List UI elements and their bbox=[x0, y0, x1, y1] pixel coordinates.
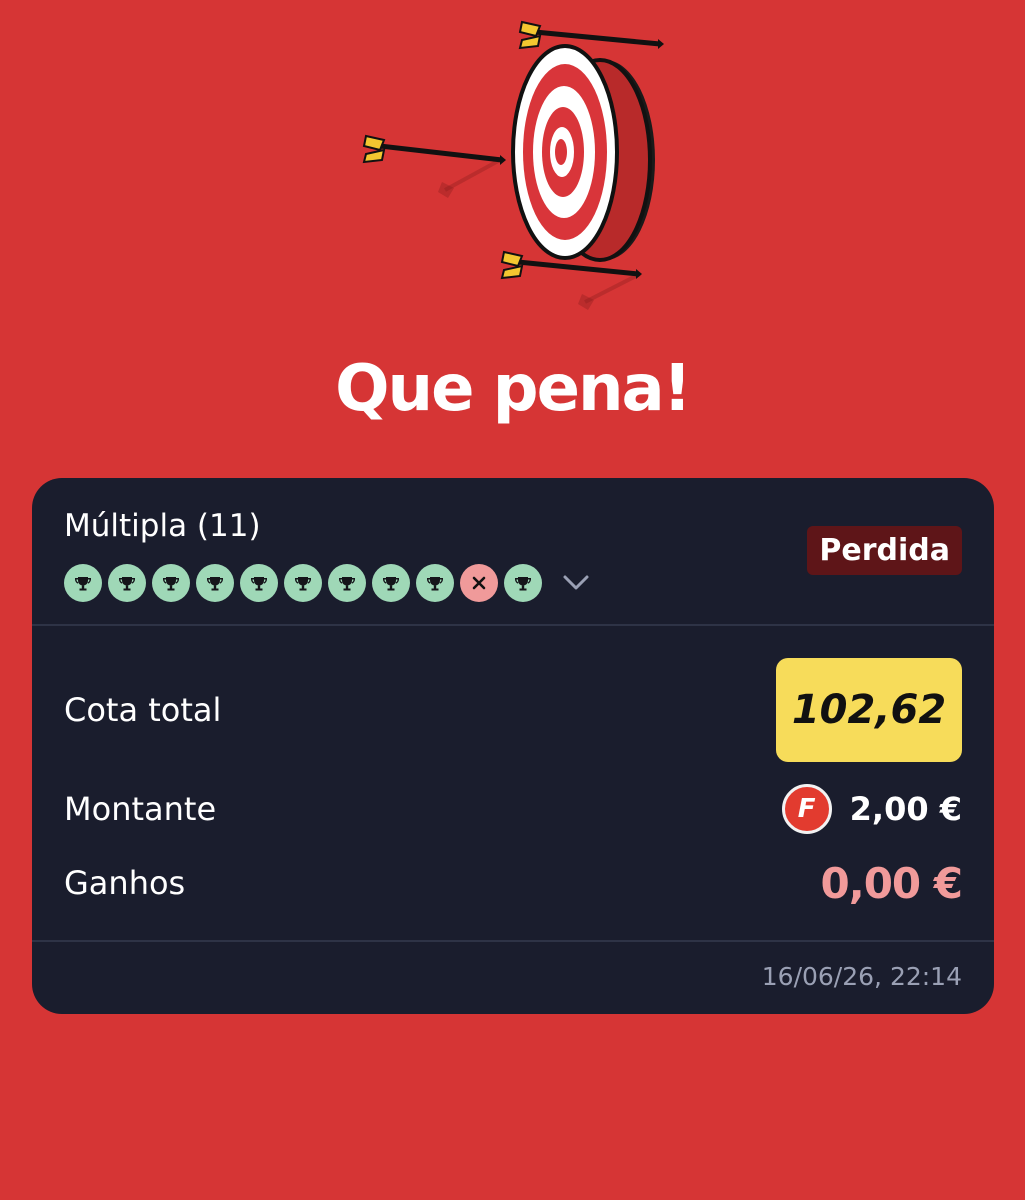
bet-timestamp: 16/06/26, 22:14 bbox=[761, 962, 962, 991]
leg-won-icon bbox=[372, 564, 410, 602]
chevron-down-icon[interactable] bbox=[562, 569, 590, 597]
leg-won-icon bbox=[196, 564, 234, 602]
leg-won-icon bbox=[284, 564, 322, 602]
leg-won-icon bbox=[240, 564, 278, 602]
legs-container bbox=[64, 564, 548, 602]
stake: F 2,00 € bbox=[781, 784, 962, 834]
bet-card[interactable]: Múltipla (11) Perdida Cota total 102,62 … bbox=[32, 478, 994, 1014]
winnings-label: Ganhos bbox=[64, 864, 186, 902]
leg-won-icon bbox=[64, 564, 102, 602]
stake-label: Montante bbox=[64, 790, 217, 828]
target-with-arrows-icon bbox=[350, 12, 680, 322]
total-odds-label: Cota total bbox=[64, 691, 222, 729]
freebet-coin-icon: F bbox=[781, 784, 832, 834]
leg-won-icon bbox=[108, 564, 146, 602]
divider bbox=[32, 940, 994, 942]
leg-lost-icon bbox=[460, 564, 498, 602]
winnings-value: 0,00 € bbox=[820, 859, 963, 908]
divider bbox=[32, 624, 994, 626]
stake-value: 2,00 € bbox=[849, 790, 962, 828]
leg-won-icon bbox=[328, 564, 366, 602]
leg-won-icon bbox=[416, 564, 454, 602]
leg-won-icon bbox=[504, 564, 542, 602]
bet-type-label: Múltipla (11) bbox=[64, 508, 261, 544]
status-badge: Perdida bbox=[807, 526, 962, 575]
result-headline: Que pena! bbox=[335, 352, 692, 426]
total-odds-value: 102,62 bbox=[776, 658, 962, 762]
leg-won-icon bbox=[152, 564, 190, 602]
bet-legs-row[interactable] bbox=[64, 564, 590, 602]
